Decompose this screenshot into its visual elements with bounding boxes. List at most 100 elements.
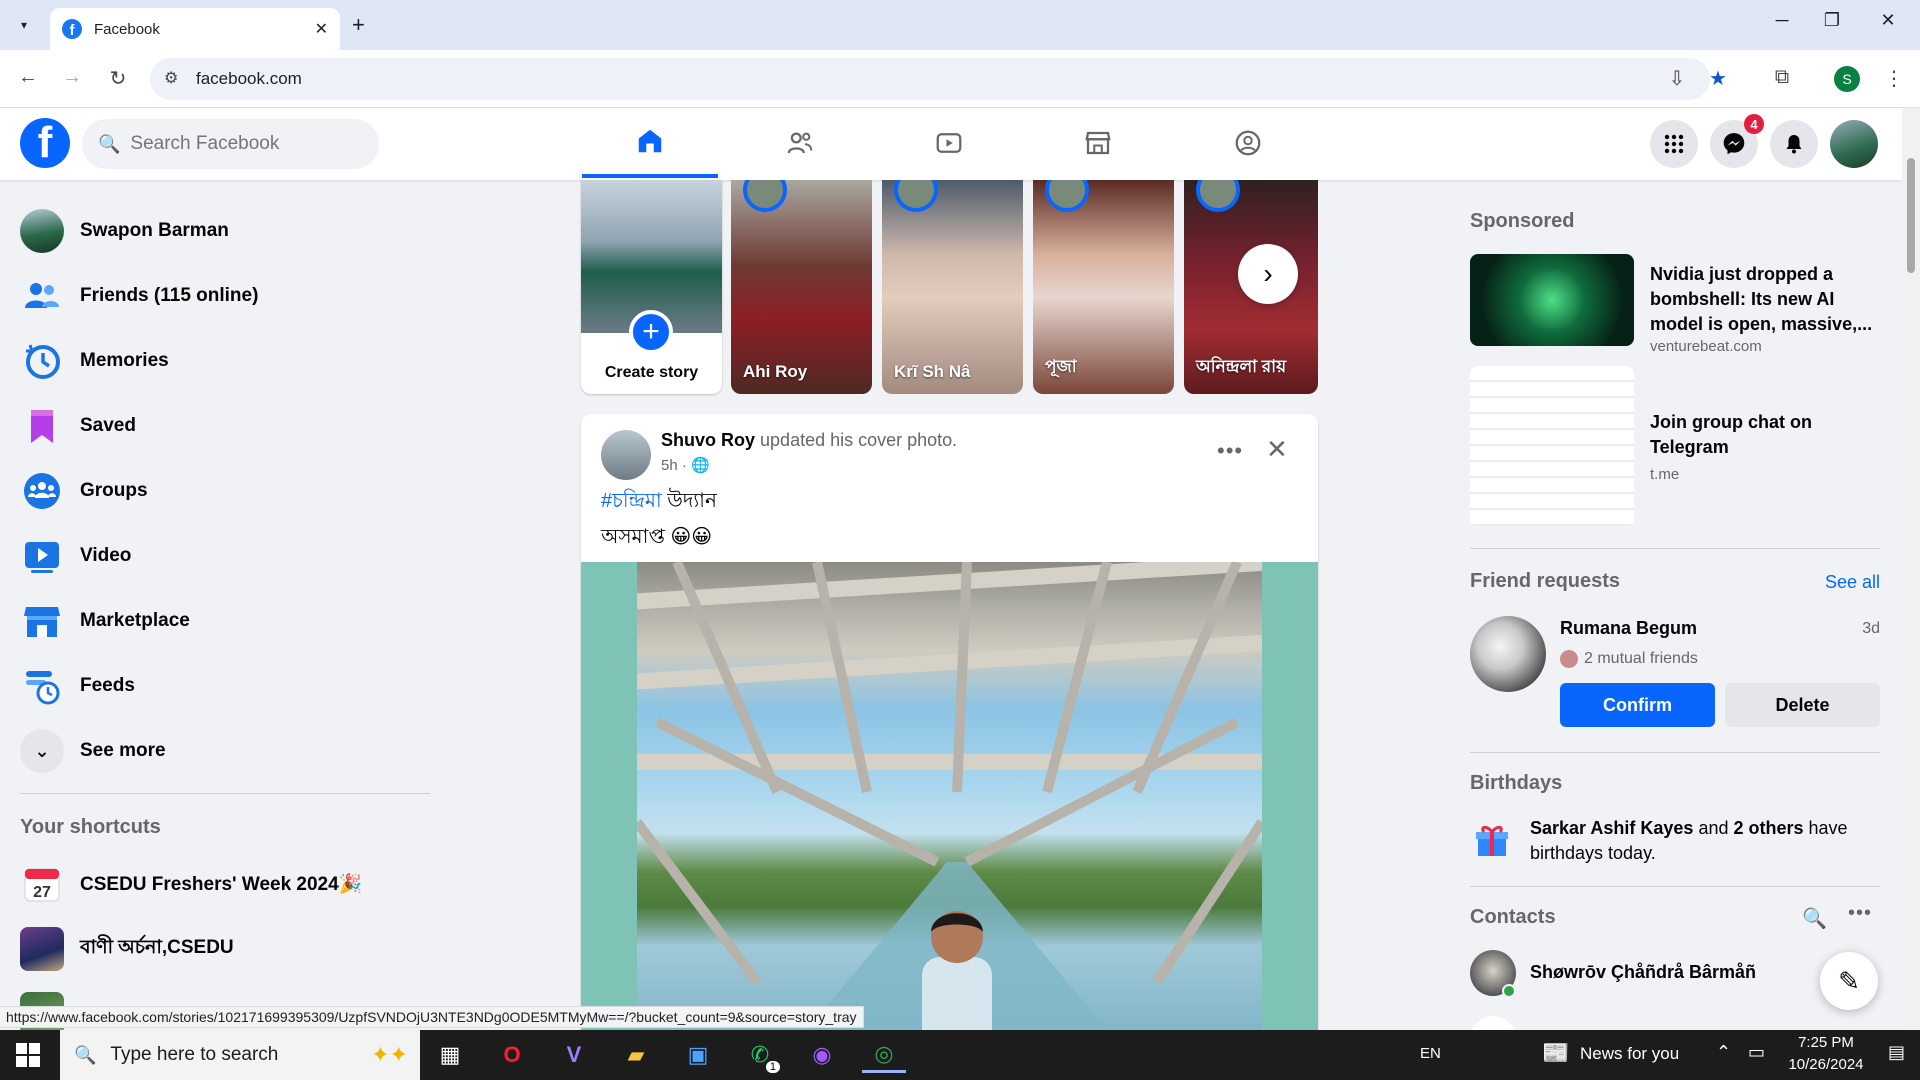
scrollbar-thumb[interactable] — [1907, 158, 1915, 273]
stories-next-chevron-icon[interactable]: › — [1238, 244, 1298, 304]
extensions-icon[interactable]: ⧉ — [1768, 66, 1796, 89]
account-avatar[interactable] — [1830, 120, 1878, 168]
post-hide-close-icon[interactable]: ✕ — [1266, 434, 1288, 465]
news-widget[interactable]: News for you — [1580, 1044, 1679, 1064]
post-hashtag[interactable]: #চন্দ্রিমা — [601, 490, 662, 512]
minimize-icon[interactable]: ─ — [1762, 10, 1802, 31]
messenger-button[interactable]: 4 — [1710, 114, 1764, 168]
news-icon: 📰 — [1542, 1040, 1570, 1065]
search-input[interactable] — [130, 133, 351, 155]
browser-menu-icon[interactable]: ⋮ — [1880, 66, 1908, 91]
sidebar-item-see-more[interactable]: ⌄ See more — [20, 721, 430, 781]
sponsored-heading: Sponsored — [1470, 210, 1575, 232]
network-icon[interactable]: ▭ — [1748, 1042, 1765, 1063]
sidebar-item-groups[interactable]: Groups — [20, 461, 430, 521]
create-story-card[interactable]: + Create story — [581, 180, 722, 394]
story-name: পূজা — [1045, 357, 1077, 376]
post-text-line: অসমাপ্ত 😀😀 — [601, 526, 713, 548]
tab-home[interactable] — [582, 108, 718, 178]
contact-name[interactable]: Shøwrōv Çhåñdrå Bârmåñ — [1530, 962, 1756, 983]
sidebar-item-profile[interactable]: Swapon Barman — [20, 201, 430, 261]
tab-gaming[interactable] — [1180, 108, 1316, 178]
sidebar-item-feeds[interactable]: Feeds — [20, 656, 430, 716]
browser-profile-avatar[interactable]: S — [1834, 66, 1860, 92]
address-bar[interactable]: facebook.com — [150, 58, 1710, 100]
ad-url: venturebeat.com — [1650, 338, 1762, 355]
tab-friends[interactable] — [732, 108, 868, 178]
whatsapp-icon[interactable]: ✆ 1 — [738, 1037, 782, 1073]
sidebar-item-marketplace[interactable]: Marketplace — [20, 591, 430, 651]
clock-time[interactable]: 7:25 PM — [1786, 1034, 1866, 1051]
see-all-link[interactable]: See all — [1825, 572, 1880, 593]
task-view-icon[interactable]: ▦ — [428, 1037, 472, 1073]
install-app-icon[interactable]: ⇩ — [1663, 66, 1691, 91]
right-sidebar: Sponsored Nvidia just dropped a bombshel… — [1470, 180, 1880, 1040]
microsoft-store-icon[interactable]: ▣ — [676, 1037, 720, 1073]
story-card[interactable]: Krĩ Sh Nâ — [882, 180, 1023, 394]
messenger-badge: 4 — [1744, 114, 1764, 134]
opera-icon[interactable]: O — [490, 1037, 534, 1073]
sponsored-ad[interactable]: Join group chat on Telegram t.me — [1470, 366, 1880, 526]
delete-button[interactable]: Delete — [1725, 683, 1880, 727]
chrome-icon[interactable]: ◎ — [862, 1037, 906, 1073]
taskbar-search[interactable]: 🔍 Type here to search ✦✦ — [60, 1030, 420, 1080]
tab-video[interactable] — [881, 108, 1017, 178]
search-icon: 🔍 — [98, 133, 121, 154]
site-info-icon[interactable]: ⚙ — [164, 68, 178, 88]
confirm-button[interactable]: Confirm — [1560, 683, 1715, 727]
new-tab-icon[interactable]: + — [352, 12, 365, 38]
shortcut-item-bani-archana[interactable]: বাণী অর্চনা,CSEDU — [20, 919, 430, 979]
facebook-logo[interactable]: f — [20, 118, 70, 168]
reload-icon[interactable]: ↻ — [104, 66, 132, 91]
notifications-button[interactable] — [1770, 120, 1818, 168]
contacts-more-icon[interactable]: ••• — [1848, 902, 1872, 925]
window-close-icon[interactable]: ✕ — [1868, 10, 1908, 31]
groups-icon — [20, 469, 64, 513]
visual-studio-icon[interactable]: V — [552, 1037, 596, 1073]
post-author-name[interactable]: Shuvo Roy — [661, 430, 755, 450]
svg-text:27: 27 — [33, 884, 51, 901]
new-message-compose-icon[interactable]: ✎ — [1820, 952, 1878, 1010]
browser-tab[interactable]: f Facebook ✕ — [50, 8, 340, 50]
shortcuts-heading: Your shortcuts — [20, 816, 161, 838]
tab-close-icon[interactable]: ✕ — [315, 19, 328, 39]
back-icon[interactable]: ← — [14, 66, 42, 89]
sponsored-ad[interactable]: Nvidia just dropped a bombshell: Its new… — [1470, 254, 1880, 355]
tab-marketplace[interactable] — [1030, 108, 1166, 178]
whatsapp-badge: 1 — [765, 1061, 780, 1073]
post-media[interactable] — [581, 562, 1318, 1054]
requester-avatar[interactable] — [1470, 616, 1546, 692]
sidebar-item-video[interactable]: Video — [20, 526, 430, 586]
contacts-search-icon[interactable]: 🔍 — [1802, 906, 1827, 931]
mutual-friend-avatar — [1560, 650, 1578, 668]
friend-requests-heading: Friend requests — [1470, 570, 1621, 592]
sidebar-item-memories[interactable]: Memories — [20, 331, 430, 391]
menu-button[interactable] — [1650, 120, 1698, 168]
story-card[interactable]: Ahi Roy — [731, 180, 872, 394]
restore-icon[interactable]: ❐ — [1812, 10, 1852, 31]
language-indicator[interactable]: EN — [1420, 1045, 1441, 1062]
facebook-search[interactable]: 🔍 — [82, 119, 379, 169]
notification-center-icon[interactable]: ▤ — [1888, 1042, 1905, 1063]
page-scrollbar[interactable] — [1902, 108, 1920, 1040]
story-avatar — [743, 180, 787, 212]
sidebar-item-label: Groups — [80, 480, 148, 501]
post-author-avatar[interactable] — [601, 430, 651, 480]
clock-date[interactable]: 10/26/2024 — [1776, 1056, 1876, 1073]
forward-icon[interactable]: → — [58, 66, 86, 89]
sidebar-item-saved[interactable]: Saved — [20, 396, 430, 456]
requester-name[interactable]: Rumana Begum — [1560, 618, 1697, 639]
sidebar-item-friends[interactable]: Friends (115 online) — [20, 266, 430, 326]
file-explorer-icon[interactable]: ▰ — [614, 1037, 658, 1073]
messenger-app-icon[interactable]: ◉ — [800, 1037, 844, 1073]
show-hidden-icons-chevron-icon[interactable]: ⌃ — [1716, 1042, 1731, 1063]
birthday-text[interactable]: Sarkar Ashif Kayes and 2 others have bir… — [1530, 816, 1880, 866]
shortcut-item-csedu-freshers[interactable]: 27 CSEDU Freshers' Week 2024🎉 — [20, 854, 430, 914]
post-more-options-icon[interactable]: ••• — [1217, 438, 1243, 464]
post-time[interactable]: 5h · — [661, 457, 687, 474]
windows-start-icon[interactable] — [16, 1043, 40, 1067]
tab-search-chevron-icon[interactable]: ▾ — [10, 12, 38, 38]
video-play-icon — [936, 133, 962, 153]
bookmark-star-icon[interactable]: ★ — [1704, 66, 1732, 91]
story-card[interactable]: পূজা — [1033, 180, 1174, 394]
